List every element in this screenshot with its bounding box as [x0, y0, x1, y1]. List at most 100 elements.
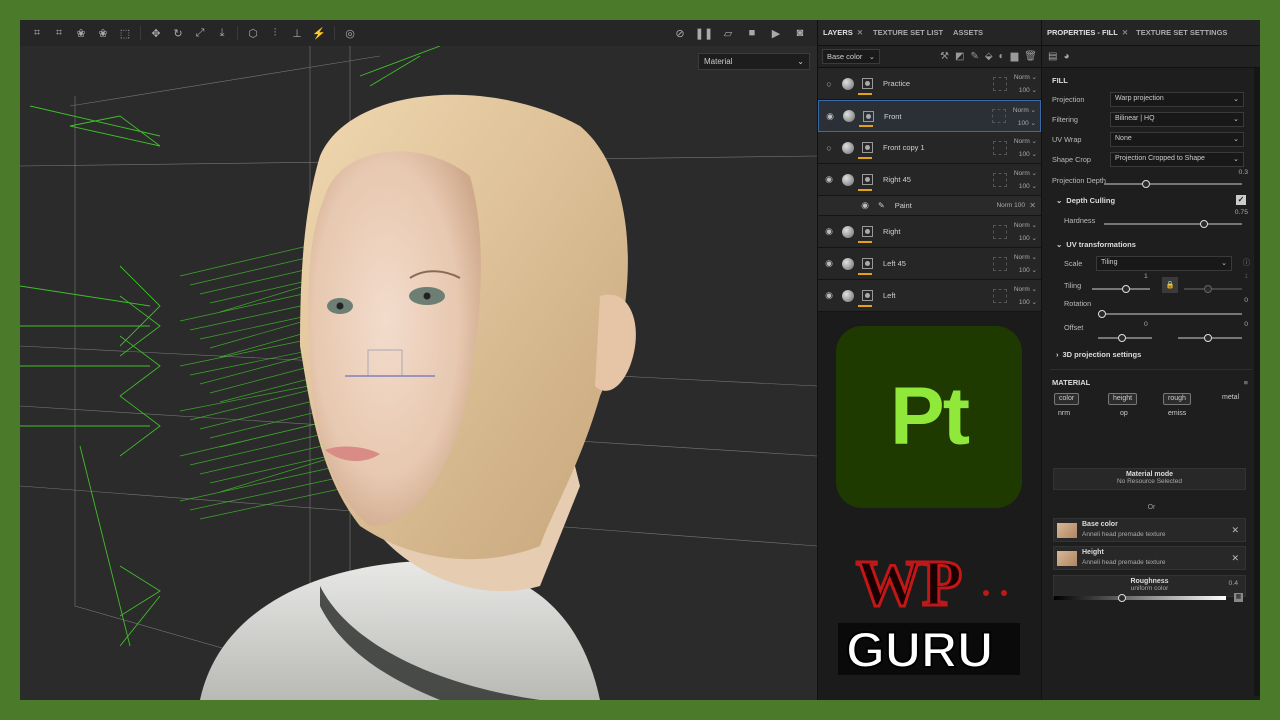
- channel-color[interactable]: color: [1054, 393, 1080, 405]
- tab-properties-fill[interactable]: PROPERTIES - FILL: [1047, 28, 1118, 37]
- add-smart-material-icon[interactable]: ◐: [999, 51, 1005, 62]
- mask-icon[interactable]: [862, 290, 873, 301]
- render-icon[interactable]: ■: [741, 24, 763, 42]
- layer-blend-opacity[interactable]: Norm ⌄ 100 ⌄: [1014, 251, 1037, 277]
- tab-texture-set-list[interactable]: TEXTURE SET LIST: [873, 28, 943, 37]
- pause-icon[interactable]: ❚❚: [693, 24, 715, 42]
- tiling-v-slider[interactable]: [1184, 285, 1242, 293]
- clone-icon[interactable]: ❀: [92, 24, 114, 42]
- channel-metal[interactable]: metal: [1218, 393, 1243, 405]
- 3d-viewport[interactable]: ⌗ ⌗ ❀ ❀ ⬚ ✥ ↻ ⤢ ⤓ ⬡ ⫶ ⊥ ⚡ ◎ ⊘ ❚❚ ▱ ■ ▶ ◙: [20, 20, 817, 700]
- hide-icon[interactable]: ⊘: [669, 24, 691, 42]
- layer-mask-slot[interactable]: [993, 256, 1007, 271]
- layer-mask-slot[interactable]: [993, 172, 1007, 187]
- eye-closed-icon[interactable]: ○: [822, 79, 836, 89]
- layer-row[interactable]: ◉ Left Norm ⌄ 100 ⌄: [818, 280, 1041, 312]
- channel-nrm[interactable]: nrm: [1054, 409, 1074, 421]
- eye-icon[interactable]: ◉: [822, 226, 836, 237]
- filtering-select[interactable]: Bilinear | HQ ⌄: [1110, 111, 1244, 127]
- layer-blend-opacity[interactable]: Norm ⌄ 100 ⌄: [1014, 167, 1037, 193]
- mask-icon[interactable]: [862, 226, 873, 237]
- layer-icon[interactable]: ▤: [1048, 51, 1057, 62]
- layer-row[interactable]: ◉ Right 45 Norm ⌄ 100 ⌄: [818, 164, 1041, 196]
- eye-icon[interactable]: ◉: [822, 258, 836, 269]
- mask-icon[interactable]: [862, 142, 873, 153]
- move-icon[interactable]: ✥: [145, 24, 167, 42]
- layer-mask-slot[interactable]: [993, 140, 1007, 155]
- layer-mask-slot[interactable]: [993, 224, 1007, 239]
- slider-knob[interactable]: [1200, 220, 1208, 228]
- uvwrap-select[interactable]: None ⌄: [1110, 131, 1244, 147]
- layer-row[interactable]: ◉ Front Norm ⌄ 100 ⌄: [818, 100, 1041, 132]
- add-folder-icon[interactable]: ▆: [1011, 51, 1019, 62]
- eye-icon[interactable]: ◉: [822, 290, 836, 301]
- delete-layer-icon[interactable]: 🗑: [1024, 51, 1037, 62]
- offset-u-slider[interactable]: [1098, 334, 1152, 342]
- close-icon[interactable]: ✕: [1029, 201, 1036, 210]
- tiling-u-slider[interactable]: [1092, 285, 1150, 293]
- rotation-slider[interactable]: [1098, 310, 1242, 318]
- mask-icon[interactable]: [863, 110, 874, 122]
- cube-icon[interactable]: ⬡: [242, 24, 264, 42]
- slider-knob[interactable]: [1122, 285, 1130, 293]
- camera-reset-icon[interactable]: ◎: [339, 24, 361, 42]
- mask-icon[interactable]: [862, 174, 873, 185]
- sub-layer-row[interactable]: ◉ ✎ Paint Norm 100 ✕: [818, 196, 1041, 216]
- select-icon[interactable]: ⬚: [114, 24, 136, 42]
- tab-assets[interactable]: ASSETS: [953, 28, 983, 37]
- add-paint-layer-icon[interactable]: ✎: [970, 51, 978, 62]
- 3d-projection-settings-group[interactable]: › 3D projection settings: [1042, 345, 1260, 363]
- layer-blend-opacity[interactable]: Norm ⌄ 100 ⌄: [1013, 104, 1036, 130]
- layer-mask-slot[interactable]: [993, 288, 1007, 303]
- layer-row[interactable]: ○ Front copy 1 Norm ⌄ 100 ⌄: [818, 132, 1041, 164]
- roughness-slider[interactable]: [1054, 594, 1226, 602]
- add-mask-icon[interactable]: ◩: [955, 51, 964, 62]
- slider-knob[interactable]: [1098, 310, 1106, 318]
- mask-icon[interactable]: [862, 78, 873, 89]
- projection-select[interactable]: Warp projection ⌄: [1110, 91, 1244, 107]
- tab-texture-set-settings[interactable]: TEXTURE SET SETTINGS: [1136, 28, 1227, 37]
- lock-icon[interactable]: 🔒: [1162, 277, 1178, 293]
- picker-icon[interactable]: ▦: [1234, 593, 1243, 602]
- eye-closed-icon[interactable]: ○: [822, 143, 836, 153]
- layer-row[interactable]: ○ Practice Norm ⌄ 100 ⌄: [818, 68, 1041, 100]
- layer-mask-slot[interactable]: [993, 76, 1007, 91]
- magic-icon[interactable]: ⚡: [308, 24, 330, 42]
- info-icon[interactable]: ⓘ: [1243, 258, 1250, 268]
- slider-knob[interactable]: [1118, 334, 1126, 342]
- eye-icon[interactable]: ◉: [822, 174, 836, 185]
- roughness-box[interactable]: Roughness uniform color: [1053, 575, 1246, 597]
- crop-alt-icon[interactable]: ⌗: [48, 24, 70, 42]
- hardness-slider[interactable]: [1104, 220, 1242, 228]
- layer-blend-opacity[interactable]: Norm ⌄ 100 ⌄: [1014, 135, 1037, 161]
- material-mode-box[interactable]: Material mode No Resource Selected: [1053, 468, 1246, 490]
- material-sphere-icon[interactable]: ◕: [1063, 51, 1069, 62]
- layer-row[interactable]: ◉ Right Norm ⌄ 100 ⌄: [818, 216, 1041, 248]
- base-color-resource[interactable]: Base color Anneli head premade texture ✕: [1053, 518, 1246, 542]
- view-icon[interactable]: ▱: [717, 24, 739, 42]
- close-icon[interactable]: ✕: [1231, 553, 1239, 564]
- record-icon[interactable]: ▶: [765, 24, 787, 42]
- layer-blend-opacity[interactable]: Norm ⌄ 100 ⌄: [1014, 219, 1037, 245]
- crop-icon[interactable]: ⌗: [26, 24, 48, 42]
- add-effect-icon[interactable]: ⚒: [940, 51, 949, 62]
- slider-knob[interactable]: [1204, 285, 1212, 293]
- viewport-material-select[interactable]: Material ⌄: [698, 53, 810, 70]
- screenshot-icon[interactable]: ◙: [789, 24, 811, 42]
- eye-icon[interactable]: ◉: [858, 200, 872, 211]
- channel-select[interactable]: Base color ⌄: [822, 49, 880, 64]
- add-fill-layer-icon[interactable]: ⬙: [985, 51, 993, 62]
- close-icon[interactable]: ✕: [857, 28, 863, 37]
- close-icon[interactable]: ✕: [1122, 28, 1128, 37]
- layer-blend-opacity[interactable]: Norm ⌄ 100 ⌄: [1014, 283, 1037, 309]
- channel-emiss[interactable]: emiss: [1164, 409, 1190, 421]
- offset-v-slider[interactable]: [1178, 334, 1242, 342]
- brush-icon[interactable]: ❀: [70, 24, 92, 42]
- height-resource[interactable]: Height Anneli head premade texture ✕: [1053, 546, 1246, 570]
- depth-culling-group[interactable]: ⌄ Depth Culling ✓: [1042, 191, 1260, 209]
- uv-transformations-group[interactable]: ⌄ UV transformations: [1042, 235, 1260, 253]
- properties-scrollbar[interactable]: [1254, 68, 1260, 696]
- scale-select[interactable]: Tiling ⌄: [1096, 255, 1232, 271]
- tab-layers[interactable]: LAYERS: [823, 28, 853, 37]
- slider-knob[interactable]: [1142, 180, 1150, 188]
